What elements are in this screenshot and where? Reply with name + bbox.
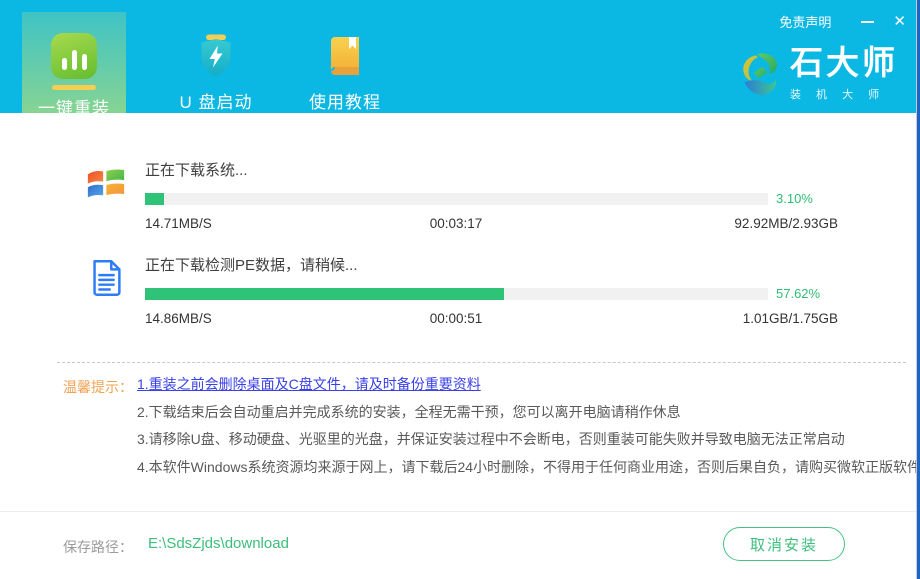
- brand-logo-icon: [740, 46, 780, 102]
- save-path-label: 保存路径：: [63, 537, 133, 557]
- download-speed: 14.71MB/S: [145, 216, 212, 231]
- save-path-value: E:\SdsZjds\download: [148, 535, 289, 552]
- header-bar: 一键重装 U 盘启动: [0, 0, 920, 113]
- tab-tutorial[interactable]: 使用教程: [293, 12, 397, 113]
- tab-label: U 盘启动: [164, 88, 268, 113]
- download-status-label: 正在下载检测PE数据，请稍候...: [145, 257, 838, 275]
- tip-item: 4.本软件Windows系统资源均来源于网上，请下载后24小时删除，不得用于任何…: [137, 454, 900, 482]
- usb-shield-icon: [164, 33, 268, 79]
- progress-bar-fill: [145, 193, 164, 205]
- progress-percent: 57.62%: [776, 286, 820, 301]
- minimize-button[interactable]: [861, 14, 875, 30]
- tips-list: 1.重装之前会删除桌面及C盘文件，请及时备份重要资料 2.下载结束后会自动重启并…: [137, 371, 900, 481]
- titlebar-controls: 免责声明 ✕: [779, 12, 906, 31]
- download-stats: 14.71MB/S 00:03:17 92.92MB/2.93GB: [145, 216, 838, 232]
- book-icon: [293, 33, 397, 79]
- app-window: 一键重装 U 盘启动: [0, 0, 920, 579]
- progress-bar-track: [145, 193, 768, 205]
- bar-chart-icon: [22, 33, 126, 79]
- close-button[interactable]: ✕: [893, 14, 906, 30]
- tip-item: 3.请移除U盘、移动硬盘、光驱里的光盘，并保证安装过程中不会断电，否则重装可能失…: [137, 426, 900, 454]
- download-status-label: 正在下载系统...: [145, 162, 838, 180]
- minimize-icon: [861, 21, 874, 23]
- progress-percent: 3.10%: [776, 191, 813, 206]
- document-icon: [85, 257, 127, 299]
- tip-item: 2.下载结束后会自动重启并完成系统的安装，全程无需干预，您可以离开电脑请稍作休息: [137, 399, 900, 427]
- tips-title: 温馨提示：: [63, 377, 133, 397]
- download-time-remaining: 00:03:17: [430, 216, 483, 231]
- dashed-divider: [57, 362, 906, 363]
- progress-bar-track: [145, 288, 768, 300]
- progress-bar-fill: [145, 288, 504, 300]
- tab-label: 使用教程: [293, 88, 397, 113]
- tab-one-key-reinstall[interactable]: 一键重装: [22, 12, 126, 113]
- download-size: 92.92MB/2.93GB: [734, 216, 838, 231]
- footer-divider: [0, 511, 916, 512]
- brand-logo: 石大师 装 机 大 师: [740, 46, 898, 102]
- tab-usb-boot[interactable]: U 盘启动: [164, 12, 268, 113]
- brand-name: 石大师: [790, 46, 898, 79]
- windows-logo-icon: [85, 162, 127, 204]
- tip-item: 1.重装之前会删除桌面及C盘文件，请及时备份重要资料: [137, 371, 900, 399]
- disclaimer-link[interactable]: 免责声明: [779, 12, 831, 31]
- tab-label: 一键重装: [22, 94, 126, 119]
- download-stats: 14.86MB/S 00:00:51 1.01GB/1.75GB: [145, 311, 838, 327]
- brand-subtitle: 装 机 大 师: [790, 86, 898, 102]
- download-size: 1.01GB/1.75GB: [743, 311, 838, 326]
- active-tab-underline: [52, 85, 96, 90]
- download-speed: 14.86MB/S: [145, 311, 212, 326]
- cancel-install-button[interactable]: 取消安装: [723, 527, 845, 561]
- download-time-remaining: 00:00:51: [430, 311, 483, 326]
